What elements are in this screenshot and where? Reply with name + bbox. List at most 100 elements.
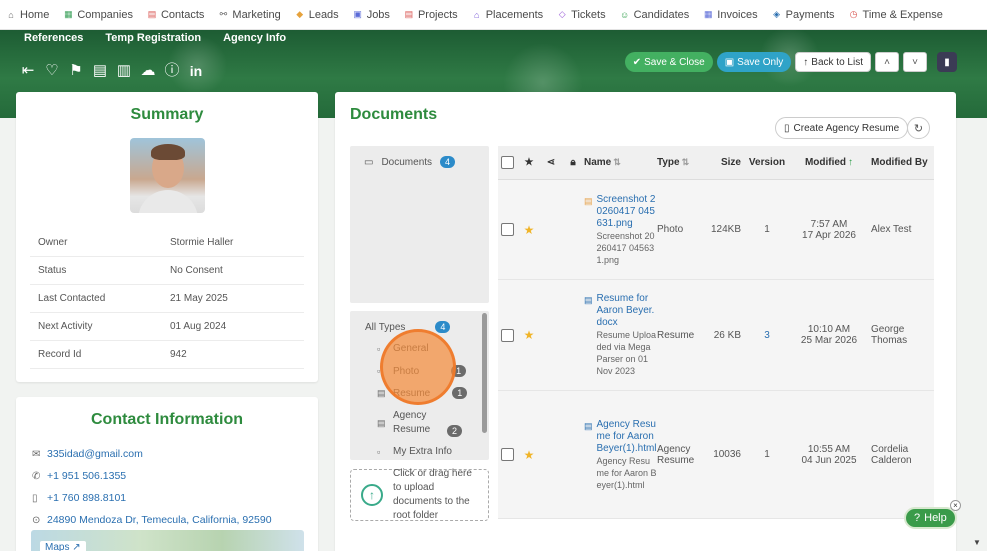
sub-navigation: References Temp Registration Agency Info bbox=[24, 32, 286, 44]
table-row[interactable]: ★ ▤ Screenshot 20260417 045631.png Screens… bbox=[498, 180, 934, 280]
nav-item-invoices[interactable]: ▦ Invoices bbox=[703, 8, 758, 21]
star-icon[interactable]: ★ bbox=[524, 328, 535, 342]
nav-item-companies[interactable]: ▦ Companies bbox=[63, 9, 133, 21]
nav-item-placements[interactable]: ⌂ Placements bbox=[472, 9, 543, 21]
file-name-link[interactable]: Resume for Aaron Beyer.docx bbox=[597, 293, 657, 329]
file-icon: ▫ bbox=[377, 343, 381, 354]
column-version[interactable]: Version bbox=[741, 157, 793, 168]
previous-record-button[interactable]: ˄ bbox=[875, 52, 899, 72]
close-help-icon[interactable]: × bbox=[950, 500, 961, 511]
type-panel-scrollbar[interactable] bbox=[482, 313, 487, 433]
help-icon: ? bbox=[914, 512, 921, 524]
side-panel-toggle-button[interactable]: ▮ bbox=[937, 52, 957, 72]
flag-icon[interactable]: ⚑ bbox=[68, 63, 84, 79]
type-all-count-badge: 4 bbox=[435, 321, 451, 333]
nav-item-jobs[interactable]: ▣ Jobs bbox=[353, 9, 390, 21]
record-toolbar: ⇤ ♡ ⚑ ▤ ▥ ☁ ⓘ in bbox=[20, 63, 204, 80]
share-column-icon[interactable]: ⋖ bbox=[540, 157, 562, 168]
file-modified: 10:55 AM 04 Jun 2025 bbox=[801, 443, 857, 466]
column-modified[interactable]: Modified ↑ bbox=[793, 157, 865, 168]
select-all-checkbox[interactable] bbox=[501, 156, 514, 169]
file-type: Resume bbox=[657, 329, 695, 341]
alert-icon[interactable]: ⓘ bbox=[164, 63, 180, 79]
check-icon: ✔ bbox=[632, 56, 642, 68]
nav-item-payments[interactable]: ◈ Payments bbox=[772, 9, 834, 21]
file-version-link[interactable]: 3 bbox=[741, 330, 793, 341]
file-description: Screenshot 20260417 045631.png bbox=[596, 230, 655, 265]
file-name-link[interactable]: Screenshot 20260417 045631.png bbox=[597, 194, 657, 230]
folder-icon: ▭ bbox=[364, 156, 374, 168]
column-name[interactable]: Name ⇅ bbox=[584, 157, 657, 168]
candidates-icon: ☺ bbox=[620, 9, 630, 20]
lock-column-icon[interactable]: 🔒︎ bbox=[562, 157, 584, 168]
star-column-icon[interactable]: ★ bbox=[518, 157, 540, 168]
marketing-icon: ⚯ bbox=[219, 9, 228, 19]
documents-title: Documents bbox=[350, 106, 438, 123]
help-button[interactable]: ? Help bbox=[904, 507, 957, 529]
nav-item-label: Contacts bbox=[160, 8, 205, 21]
nav-item-label: Tickets bbox=[571, 8, 606, 21]
nav-item-time-expense[interactable]: ◷ Time & Expense bbox=[849, 9, 943, 21]
back-to-list-button[interactable]: ↑ Back to List bbox=[795, 52, 871, 72]
nav-item-label: Companies bbox=[77, 8, 133, 21]
save-only-button[interactable]: ▣ Save Only bbox=[716, 52, 792, 72]
contact-phone-2[interactable]: ▯ +1 760 898.8101 bbox=[32, 487, 318, 509]
maps-link[interactable]: Maps ↗ bbox=[40, 541, 86, 551]
row-checkbox[interactable] bbox=[501, 328, 514, 342]
nav-item-home[interactable]: ⌂ Home bbox=[6, 9, 49, 21]
heart-icon[interactable]: ♡ bbox=[44, 63, 60, 79]
row-checkbox[interactable] bbox=[501, 448, 514, 461]
type-general[interactable]: ▫ General bbox=[377, 343, 429, 354]
subnav-temp-registration[interactable]: Temp Registration bbox=[105, 32, 201, 44]
column-type[interactable]: Type ⇅ bbox=[657, 157, 705, 168]
cloud-icon[interactable]: ☁ bbox=[140, 63, 156, 79]
create-agency-resume-button[interactable]: ▯ Create Agency Resume bbox=[775, 117, 909, 139]
linkedin-icon[interactable]: in bbox=[188, 63, 204, 79]
type-all[interactable]: All Types 4 bbox=[365, 321, 451, 333]
collapse-menu-icon[interactable]: ⇤ bbox=[20, 63, 36, 79]
nav-item-candidates[interactable]: ☺ Candidates bbox=[620, 9, 689, 21]
nav-item-contacts[interactable]: ▤ Contacts bbox=[147, 8, 205, 21]
placements-icon: ⌂ bbox=[473, 9, 480, 20]
row-checkbox[interactable] bbox=[501, 223, 514, 236]
subnav-references[interactable]: References bbox=[24, 32, 83, 44]
scroll-down-icon[interactable]: ▼ bbox=[973, 538, 981, 547]
star-icon[interactable]: ★ bbox=[524, 448, 535, 462]
folder-documents[interactable]: ▭ Documents 4 bbox=[364, 156, 456, 168]
type-filter-panel: All Types 4 ▫ General ▫ Photo 1 ▤ Resume… bbox=[350, 311, 489, 460]
doc-file-icon: ▤ bbox=[584, 295, 593, 305]
save-close-button[interactable]: ✔ Save & Close bbox=[624, 52, 713, 72]
contact-title: Contact Information bbox=[91, 411, 243, 428]
type-my-extra-info[interactable]: ▫ My Extra Info bbox=[377, 446, 452, 457]
contact-address[interactable]: ⊙ 24890 Mendoza Dr, Temecula, California,… bbox=[32, 509, 318, 531]
table-row[interactable]: ★ ▤ Agency Resume for Aaron Beyer(1).html… bbox=[498, 391, 934, 519]
nav-item-leads[interactable]: ◆ Leads bbox=[295, 9, 338, 21]
table-row[interactable]: ★ ▤ Resume for Aaron Beyer.docx Resume Upl… bbox=[498, 280, 934, 391]
nav-item-projects[interactable]: ▤ Projects bbox=[404, 9, 458, 21]
map-preview[interactable]: Maps ↗ bbox=[31, 530, 304, 551]
nav-item-marketing[interactable]: ⚯ Marketing bbox=[218, 8, 281, 21]
contact-email[interactable]: ✉ 335idad@gmail.com bbox=[32, 443, 318, 465]
upload-dropzone[interactable]: ↑ Click or drag here to upload documents… bbox=[350, 468, 489, 521]
document-icon[interactable]: ▥ bbox=[116, 63, 132, 79]
type-photo[interactable]: ▫ Photo 1 bbox=[377, 365, 467, 377]
nav-item-tickets[interactable]: ◇ Tickets bbox=[557, 8, 606, 21]
column-size[interactable]: Size bbox=[705, 157, 741, 168]
file-size: 10036 bbox=[713, 449, 741, 460]
next-record-button[interactable]: ˅ bbox=[903, 52, 927, 72]
chevron-down-icon: ˅ bbox=[912, 56, 918, 68]
leads-icon: ◆ bbox=[296, 9, 304, 19]
notes-icon[interactable]: ▤ bbox=[92, 63, 108, 79]
subnav-agency-info[interactable]: Agency Info bbox=[223, 32, 286, 44]
refresh-button[interactable]: ↻ bbox=[907, 117, 930, 139]
file-icon: ▤ bbox=[377, 417, 386, 428]
sort-icon: ⇅ bbox=[681, 157, 690, 167]
column-modified-by[interactable]: Modified By bbox=[865, 157, 931, 168]
nav-item-label: Marketing bbox=[232, 8, 281, 21]
summary-row-status: Status No Consent bbox=[30, 257, 304, 285]
nav-item-label: Invoices bbox=[717, 8, 758, 21]
star-icon[interactable]: ★ bbox=[524, 223, 535, 237]
contact-phone-1[interactable]: ✆ +1 951 506.1355 bbox=[32, 465, 318, 487]
type-resume[interactable]: ▤ Resume 1 bbox=[377, 387, 468, 399]
file-name-link[interactable]: Agency Resume for Aaron Beyer(1).html bbox=[597, 419, 657, 455]
